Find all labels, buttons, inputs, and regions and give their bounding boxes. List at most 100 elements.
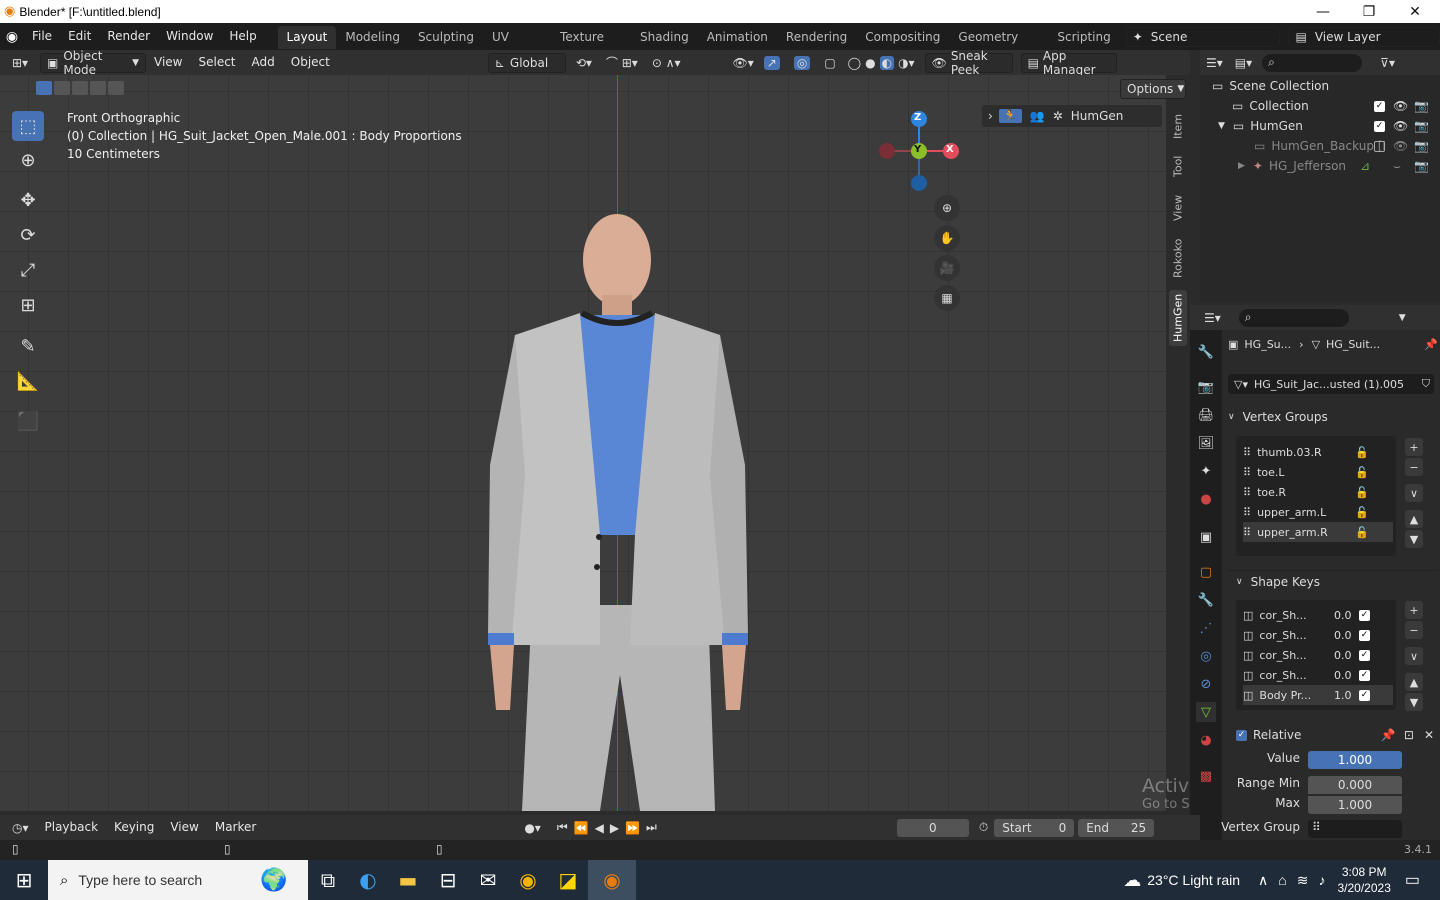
eye-icon[interactable]: 👁 <box>1393 99 1408 113</box>
scene-selector[interactable]: ✦ Scene <box>1125 26 1281 47</box>
windows-start-icon[interactable]: ⊞ <box>0 860 48 900</box>
tab-scripting[interactable]: Scripting <box>1048 26 1119 49</box>
vertex-group-field[interactable]: ⠿ <box>1308 820 1402 838</box>
options-dropdown[interactable]: Options ▼ <box>1120 79 1186 99</box>
select-subtract-icon[interactable] <box>72 81 88 95</box>
weather-cloud-icon[interactable]: ☁ <box>1123 870 1141 891</box>
tab-view[interactable]: View <box>1169 190 1187 226</box>
close-button[interactable]: ✕ <box>1392 0 1438 23</box>
transform-orientation-dropdown[interactable]: ⊾ Global <box>487 52 566 73</box>
tab-rendering[interactable]: Rendering <box>777 26 856 49</box>
end-frame-field[interactable]: End 25 <box>1078 818 1155 837</box>
tab-compositing[interactable]: Compositing <box>856 26 949 49</box>
outliner-editor-icon[interactable]: ☰▾ <box>1206 56 1223 70</box>
tab-uv-editing[interactable]: UV Editing <box>483 26 551 67</box>
pivot-icon[interactable]: ⟲▾ <box>576 56 592 70</box>
humgen-settings-icon[interactable]: ✲ <box>1053 109 1063 123</box>
object-tab-icon[interactable]: ▢ <box>1196 562 1216 582</box>
annotate-tool[interactable]: ✎ <box>12 331 44 361</box>
fake-user-shield-icon[interactable]: ⛉ <box>1422 377 1430 391</box>
grid-view-icon[interactable]: ▦ <box>934 285 960 311</box>
tab-animation[interactable]: Animation <box>698 26 777 49</box>
modifier-tab-icon[interactable]: 🔧 <box>1196 590 1216 610</box>
network-icon[interactable]: ⌂ <box>1278 872 1286 888</box>
texture-tab-icon[interactable]: ▩ <box>1196 766 1216 786</box>
timeline-menu-view[interactable]: View <box>162 814 206 841</box>
shape-key-checkbox[interactable]: ✓ <box>1359 689 1370 701</box>
timeline-menu-playback[interactable]: Playback <box>37 814 107 841</box>
rotate-tool[interactable]: ⟳ <box>12 220 44 250</box>
shape-keys-panel-header[interactable]: ∨ Shape Keys <box>1228 570 1438 592</box>
gizmo-toggle-icon[interactable]: ↗ <box>763 55 780 70</box>
move-up-button[interactable]: ▲ <box>1405 510 1423 528</box>
app-manager-button[interactable]: ▤ App Manager <box>1020 49 1117 77</box>
start-frame-field[interactable]: Start 0 <box>994 818 1075 837</box>
play-icon[interactable]: ▶ <box>610 821 619 835</box>
mesh-datablock-field[interactable]: ▽▾ HG_Suit_Jac...usted (1).005 ⛉ <box>1228 374 1434 394</box>
shape-key-move-down-button[interactable]: ▼ <box>1405 693 1423 711</box>
outliner-row-collection[interactable]: ▭ Collection ✓ 👁 📷 <box>1200 96 1440 116</box>
object-mode-dropdown[interactable]: ▣ Object Mode ▼ <box>40 49 146 77</box>
select-box-tool[interactable]: ⬚ <box>12 111 44 141</box>
timeline-menu-keying[interactable]: Keying <box>106 814 162 841</box>
shape-key-value[interactable]: 0.0 <box>1334 649 1352 662</box>
tab-shading[interactable]: Shading <box>631 26 698 49</box>
sneak-peek-button[interactable]: 👁 Sneak Peek <box>924 49 1013 77</box>
vertex-group-specials-button[interactable]: ∨ <box>1405 484 1423 502</box>
scale-tool[interactable]: ⤢ <box>12 255 44 285</box>
shape-key-checkbox[interactable]: ✓ <box>1359 629 1370 641</box>
pan-hand-icon[interactable]: ✋ <box>934 225 960 251</box>
view-layer-tab-icon[interactable]: 🖼 <box>1196 433 1216 453</box>
humgen-human-icon[interactable]: 🏃 <box>998 109 1022 123</box>
transform-tool[interactable]: ⊞ <box>12 290 44 320</box>
tab-sculpting[interactable]: Sculpting <box>409 26 483 49</box>
outliner-row-humgen[interactable]: ▼ ▭ HumGen ✓ 👁 📷 <box>1200 116 1440 136</box>
notifications-icon[interactable]: ▭ <box>1405 870 1420 890</box>
add-vertex-group-button[interactable]: + <box>1405 438 1423 456</box>
menu-file[interactable]: File <box>24 23 60 50</box>
shape-key-row[interactable]: ◫ cor_Sh... 0.0 ✓ <box>1243 625 1393 645</box>
checkbox-empty-icon[interactable] <box>1374 140 1385 152</box>
3d-viewport[interactable]: Options ▼ ⬚ ⊕ ✥ ⟳ ⤢ ⊞ ✎ 📐 ⬛ Front Orthog… <box>0 75 1375 812</box>
clock[interactable]: 3:08 PM 3/20/2023 <box>1337 864 1390 896</box>
overlay-toggle-icon[interactable]: ◎ <box>793 55 811 70</box>
shape-key-value[interactable]: 1.0 <box>1334 689 1352 702</box>
chevron-down-icon[interactable]: ▼ <box>1218 121 1225 131</box>
vp-menu-view[interactable]: View <box>146 49 190 76</box>
tab-item[interactable]: Item <box>1169 108 1187 144</box>
menu-edit[interactable]: Edit <box>60 23 99 50</box>
editor-type-icon[interactable]: ⊞▾ <box>0 56 40 70</box>
weather-text[interactable]: 23°C Light rain <box>1147 872 1240 888</box>
world-tab-icon[interactable]: ● <box>1196 489 1216 509</box>
visibility-icon[interactable]: 👁▾ <box>733 56 754 70</box>
data-tab-icon[interactable]: ▽ <box>1196 702 1216 722</box>
shape-key-value[interactable]: 0.0 <box>1334 609 1352 622</box>
move-tool[interactable]: ✥ <box>12 185 44 215</box>
camera-render-icon[interactable]: 📷 <box>1414 159 1429 173</box>
collection-tab-icon[interactable]: ▣ <box>1196 527 1216 547</box>
constraints-tab-icon[interactable]: ⊘ <box>1196 674 1216 694</box>
shading-rendered-icon[interactable]: ◑▾ <box>898 56 915 70</box>
particles-tab-icon[interactable]: ⋰ <box>1196 618 1216 638</box>
vertex-group-row[interactable]: ⠿ thumb.03.R 🔓 <box>1243 442 1393 462</box>
snap-icon[interactable]: ⌒ ⊞▾ <box>606 54 638 71</box>
vertex-group-row[interactable]: ⠿ toe.R 🔓 <box>1243 482 1393 502</box>
timeline-menu-marker[interactable]: Marker <box>207 814 264 841</box>
vp-menu-add[interactable]: Add <box>244 49 283 76</box>
eye-closed-icon[interactable]: ⌣ <box>1393 159 1401 174</box>
minimize-button[interactable]: — <box>1300 0 1346 23</box>
value-field[interactable]: 1.000 <box>1308 751 1402 769</box>
display-mode-icon[interactable]: ▤▾ <box>1235 56 1252 70</box>
wifi-icon[interactable]: ≋ <box>1297 872 1309 889</box>
add-shape-key-button[interactable]: + <box>1405 601 1423 619</box>
play-reverse-icon[interactable]: ◀ <box>595 821 604 835</box>
tab-modeling[interactable]: Modeling <box>336 26 409 49</box>
scene-tab-icon[interactable]: ✦ <box>1196 461 1216 481</box>
camera-render-icon[interactable]: 📷 <box>1414 119 1429 133</box>
view-layer-selector[interactable]: ▤ View Layer <box>1288 26 1440 47</box>
outliner-row-hg-jefferson[interactable]: ▶ ✦ HG_Jefferson ⊿ ⌣ 📷 <box>1200 156 1440 176</box>
blender-menu-icon[interactable]: ◉ <box>0 29 24 45</box>
edge-icon[interactable]: ◐ <box>348 860 388 900</box>
tab-geometry-nodes[interactable]: Geometry Nodes <box>949 26 1048 67</box>
vertex-groups-panel-header[interactable]: ∨ Vertex Groups <box>1228 406 1438 428</box>
